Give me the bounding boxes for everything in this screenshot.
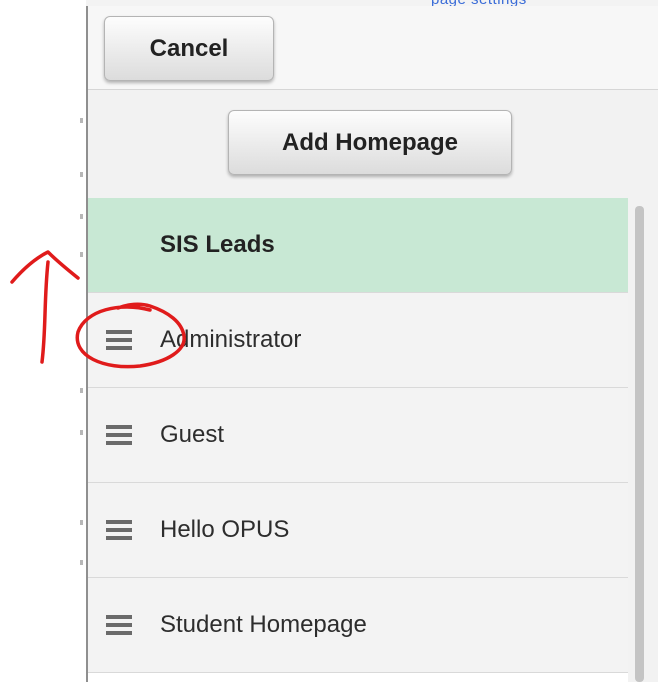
panel-header: Cancel — [88, 6, 658, 90]
add-homepage-button[interactable]: Add Homepage — [228, 110, 512, 175]
homepage-item-label: Administrator — [160, 326, 302, 353]
page-edge-mark — [80, 214, 83, 219]
page-edge-mark — [80, 118, 83, 123]
homepage-item-label: Hello OPUS — [160, 516, 290, 543]
background-page-edge — [0, 0, 86, 682]
drag-handle-icon[interactable] — [106, 520, 132, 540]
page-edge-mark — [80, 520, 83, 525]
page-edge-mark — [80, 172, 83, 177]
page-edge-mark — [80, 560, 83, 565]
drag-handle-icon[interactable] — [106, 425, 132, 445]
homepage-item-label: SIS Leads — [160, 231, 275, 258]
drag-handle-icon[interactable] — [106, 330, 132, 350]
homepage-item-hello-opus[interactable]: Hello OPUS — [88, 483, 628, 578]
page-edge-mark — [80, 252, 83, 257]
homepage-item-sis-leads[interactable]: SIS Leads — [88, 198, 628, 293]
scrollbar-thumb[interactable] — [635, 206, 644, 682]
homepage-item-student-homepage[interactable]: Student Homepage — [88, 578, 628, 673]
page-edge-mark — [80, 430, 83, 435]
cancel-button[interactable]: Cancel — [104, 16, 274, 81]
homepage-item-label: Guest — [160, 421, 225, 448]
homepage-item-label: Student Homepage — [160, 611, 367, 638]
page-edge-mark — [80, 388, 83, 393]
homepage-list: SIS Leads Administrator Guest Hello OPUS… — [88, 198, 628, 682]
homepage-item-administrator[interactable]: Administrator — [88, 293, 628, 388]
list-scrollbar[interactable] — [628, 198, 658, 682]
homepage-item-guest[interactable]: Guest — [88, 388, 628, 483]
drag-handle-icon[interactable] — [106, 615, 132, 635]
homepage-panel: Cancel Add Homepage SIS Leads Administra… — [86, 6, 658, 682]
